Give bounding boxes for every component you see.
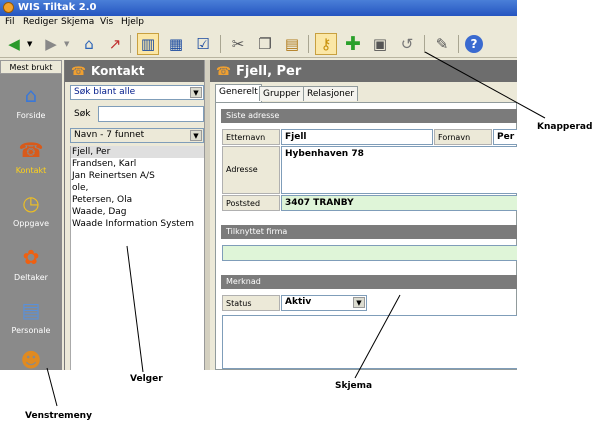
annotation-line-venstremeny — [46, 367, 58, 407]
annotation-venstremeny: Venstremeny — [25, 411, 92, 421]
annotation-line-skjema — [354, 294, 401, 379]
annotation-line-velger — [126, 245, 144, 373]
annotation-skjema: Skjema — [335, 381, 373, 391]
annotation-lines — [46, 51, 546, 407]
annotation-velger: Velger — [130, 374, 163, 384]
annotation-line-knapperad — [424, 51, 546, 119]
annotation-knapperad: Knapperad — [537, 122, 593, 132]
